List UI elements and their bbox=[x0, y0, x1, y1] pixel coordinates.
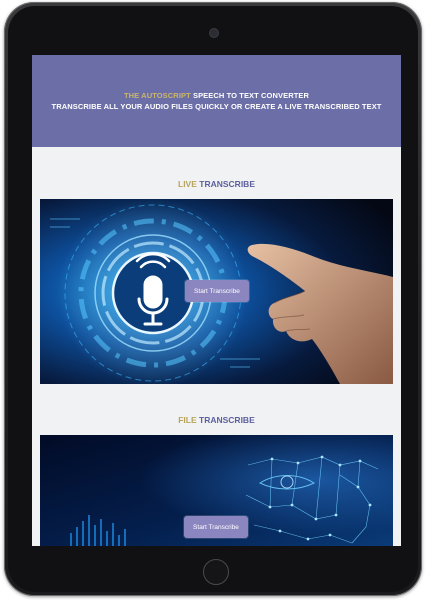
file-start-transcribe-button[interactable]: Start Transcribe bbox=[184, 516, 248, 538]
banner-subtitle: TRANSCRIBE ALL YOUR AUDIO FILES QUICKLY … bbox=[51, 102, 382, 111]
live-transcribe-title: LIVE TRANSCRIBE bbox=[32, 179, 401, 189]
home-button[interactable] bbox=[203, 559, 229, 585]
app-screen: THE AUTOSCRIPT SPEECH TO TEXT CONVERTER … bbox=[32, 55, 401, 546]
file-transcribe-title: FILE TRANSCRIBE bbox=[32, 415, 401, 425]
file-title-text: TRANSCRIBE bbox=[196, 415, 255, 425]
live-transcribe-card: Start Transcribe bbox=[40, 199, 393, 384]
banner-title-text: SPEECH TO TEXT CONVERTER bbox=[190, 91, 310, 100]
header-banner: THE AUTOSCRIPT SPEECH TO TEXT CONVERTER … bbox=[32, 55, 401, 147]
tablet-frame: THE AUTOSCRIPT SPEECH TO TEXT CONVERTER … bbox=[4, 2, 422, 596]
live-title-accent: LIVE bbox=[178, 179, 197, 189]
banner-title: THE AUTOSCRIPT SPEECH TO TEXT CONVERTER bbox=[32, 91, 401, 100]
camera-icon bbox=[210, 29, 218, 37]
live-start-transcribe-button[interactable]: Start Transcribe bbox=[185, 280, 249, 302]
file-transcribe-card: Start Transcribe bbox=[40, 435, 393, 546]
brand-name: THE AUTOSCRIPT bbox=[123, 91, 191, 100]
file-title-accent: FILE bbox=[178, 415, 197, 425]
live-title-text: TRANSCRIBE bbox=[196, 179, 255, 189]
